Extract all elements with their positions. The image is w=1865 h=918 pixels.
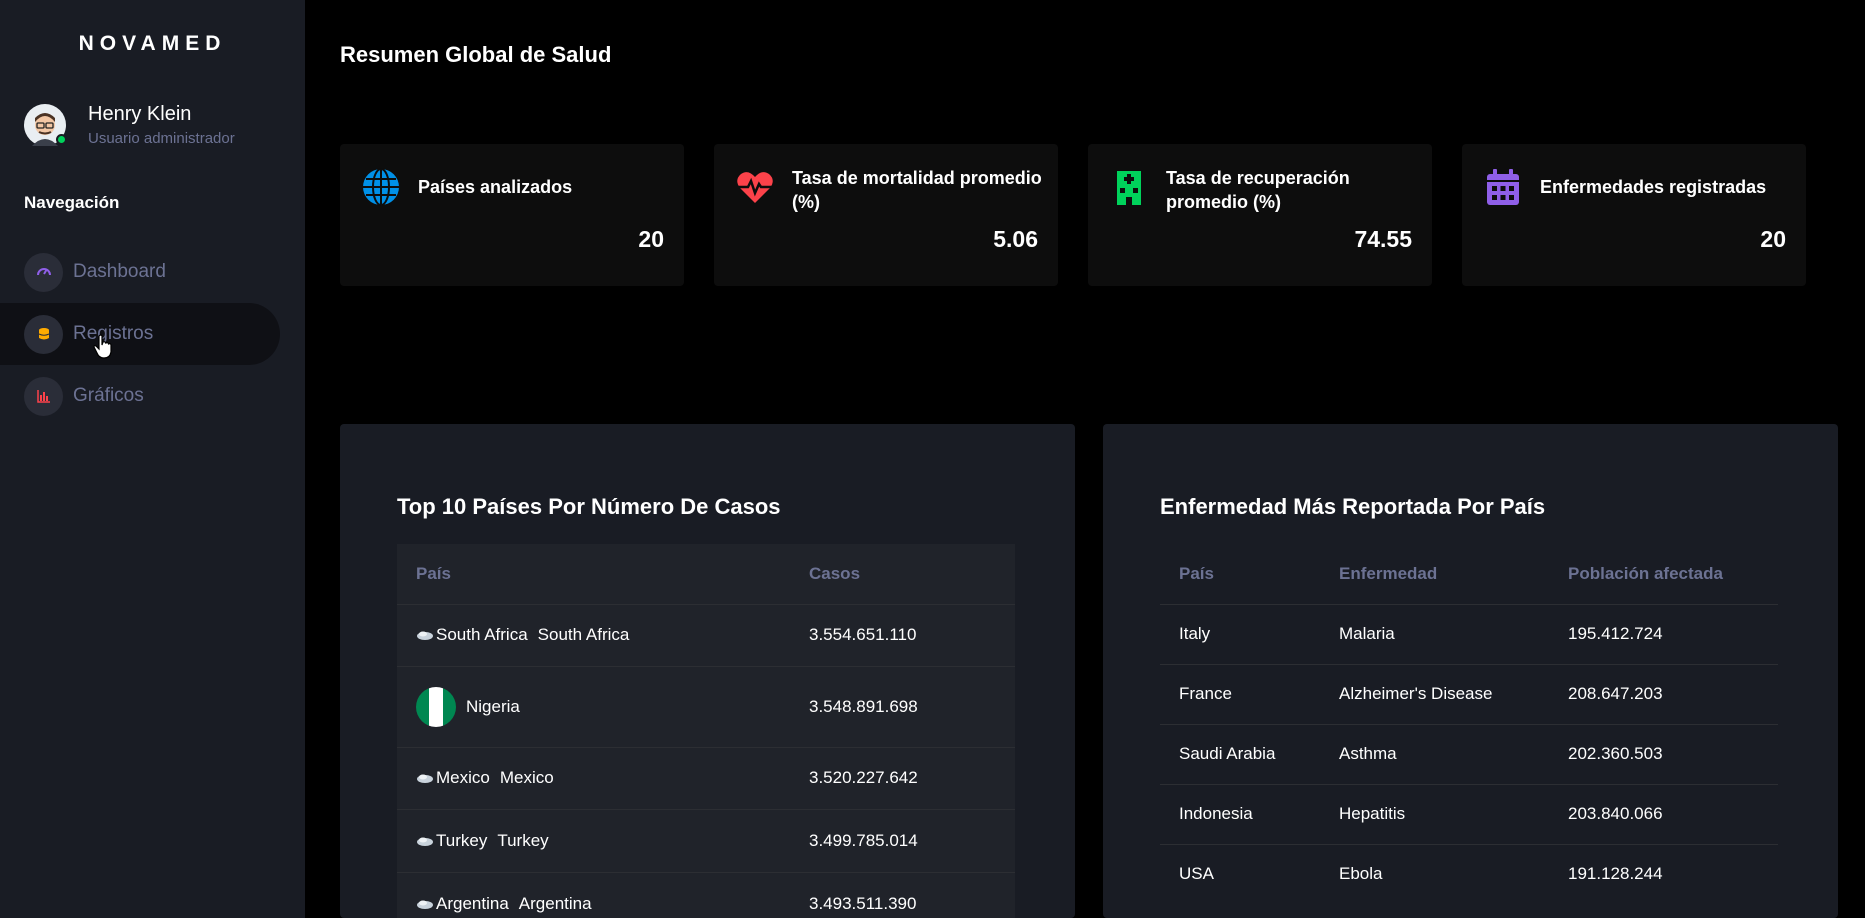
country-name: USA [1179,864,1214,884]
cases-value: 3.548.891.698 [809,696,918,716]
cases-value: 3.520.227.642 [809,768,918,787]
hospital-icon [1117,171,1141,205]
disease-name: Ebola [1339,864,1383,884]
nav-label-dashboard: Dashboard [73,261,166,282]
country-name: Italy [1179,624,1211,643]
nav-title: Navegación [24,193,120,212]
card-value: 20 [1760,226,1786,252]
country-name: France [1179,684,1232,703]
heart-pulse-icon [737,172,773,203]
panel-title: Top 10 Países Por Número De Casos [397,494,781,519]
population-value: 208.647.203 [1568,684,1663,703]
user-role: Usuario administrador [88,130,235,147]
stat-card-recovery: Tasa de recuperación promedio (%) 74.55 [1088,144,1432,286]
card-label: Tasa de recuperación promedio (%) [1166,168,1350,212]
card-label: Enfermedades registradas [1540,177,1767,197]
disease-name: Hepatitis [1339,804,1406,823]
population-value: 203.840.066 [1568,804,1663,823]
broken-image-icon [417,631,433,640]
broken-image-icon [417,774,433,783]
panel-title: Enfermedad Más Reportada Por País [1160,494,1546,519]
disease-name: Asthma [1339,744,1397,763]
card-value: 5.06 [993,226,1038,252]
card-value: 74.55 [1354,226,1412,252]
card-value: 20 [638,226,664,252]
globe-icon [363,168,399,206]
disease-by-country-table: País Enfermedad Población afectada Italy… [1160,544,1778,904]
broken-image-icon [417,900,433,909]
card-label: Tasa de mortalidad promedio (%) [792,168,1042,212]
flag-alt-text: Turkey [436,830,488,850]
broken-flag-image: South Africa [416,625,528,645]
calendar-icon [1487,169,1519,205]
broken-flag-image: Argentina [416,894,509,914]
cases-value: 3.499.785.014 [809,830,918,850]
column-header-cases: Casos [809,563,861,583]
avatar[interactable] [24,104,67,146]
nav-menu: Dashboard Registros Gráficos [0,241,280,427]
table-row[interactable]: USA Ebola 191.128.244 [1160,844,1778,904]
hand-cursor-icon [93,334,112,359]
broken-flag-image: Turkey [416,831,487,851]
nav-item-registros[interactable]: Registros [0,303,280,365]
flag-alt-text: South Africa [436,625,528,644]
table-row[interactable]: Italy Malaria 195.412.724 [1160,604,1778,664]
country-name: Indonesia [1179,804,1253,823]
country-name: Turkey [497,830,549,850]
column-header-country: País [416,563,451,583]
broken-image-icon [417,837,433,846]
broken-flag-image: Mexico [416,768,490,788]
cases-value: 3.493.511.390 [809,893,917,913]
population-value: 191.128.244 [1568,864,1663,884]
population-value: 195.412.724 [1568,624,1663,643]
country-name: Saudi Arabia [1179,744,1276,763]
sidebar: NOVAMED Henry Klein Usuario administrado… [0,0,305,918]
table-row[interactable]: South Africa South Africa 3.554.651.110 [397,604,1015,666]
flag-alt-text: Mexico [436,768,490,787]
nav-item-graficos[interactable]: Gráficos [0,365,280,427]
column-header-disease: Enfermedad [1339,563,1438,583]
population-value: 202.360.503 [1568,744,1663,763]
table-row[interactable]: France Alzheimer's Disease 208.647.203 [1160,664,1778,724]
stat-card-mortality: Tasa de mortalidad promedio (%) 5.06 [714,144,1058,286]
table-row[interactable]: Nigeria 3.548.891.698 [397,666,1015,747]
user-profile[interactable]: Henry Klein Usuario administrador [24,103,235,147]
column-header-country: País [1179,563,1214,583]
table-header-row: País Casos [397,544,1015,604]
column-header-population: Población afectada [1568,563,1723,583]
country-name: Argentina [518,893,592,913]
top-countries-panel: Top 10 Países Por Número De Casos País C… [340,424,1075,918]
stat-card-diseases: Enfermedades registradas 20 [1462,144,1806,286]
country-name: South Africa [537,625,630,644]
speedometer-icon [24,252,63,292]
stat-card-countries: Países analizados 20 [340,144,684,286]
table-row[interactable]: Argentina Argentina 3.493.511.390 [397,872,1015,918]
table-row[interactable]: Saudi Arabia Asthma 202.360.503 [1160,724,1778,784]
page-title: Resumen Global de Salud [340,42,612,67]
disease-name: Malaria [1339,624,1395,643]
card-label: Países analizados [418,177,573,197]
user-name: Henry Klein [88,103,192,125]
top-countries-table: País Casos South Africa South Africa 3.5… [397,544,1015,918]
flag-alt-text: Argentina [436,893,509,913]
table-header-row: País Enfermedad Población afectada [1160,544,1778,604]
country-name: Mexico [499,768,554,787]
brand-logo[interactable]: NOVAMED [0,32,305,56]
table-row[interactable]: Turkey Turkey 3.499.785.014 [397,809,1015,872]
cases-value: 3.554.651.110 [809,625,917,644]
table-row[interactable]: Indonesia Hepatitis 203.840.066 [1160,784,1778,844]
country-name: Nigeria [466,696,520,716]
online-status-dot [56,134,67,145]
database-icon [24,314,63,354]
nav-label-registros: Registros [73,323,154,344]
disease-by-country-panel: Enfermedad Más Reportada Por País País E… [1103,424,1838,918]
nigeria-flag-icon [416,686,456,727]
table-row[interactable]: Mexico Mexico 3.520.227.642 [397,747,1015,809]
disease-name: Alzheimer's Disease [1339,684,1493,703]
nav-label-graficos: Gráficos [73,385,144,406]
chart-bar-icon [24,376,63,416]
nav-item-dashboard[interactable]: Dashboard [0,241,280,303]
